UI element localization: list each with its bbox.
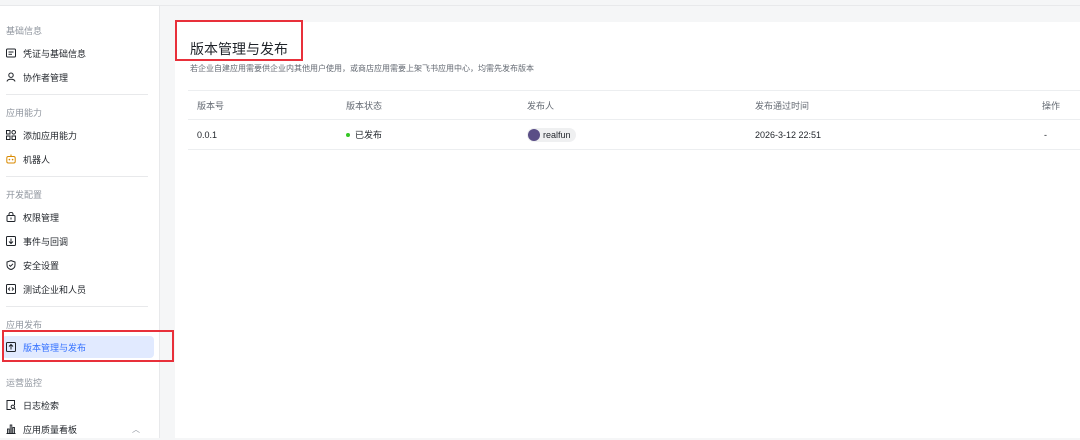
- sidebar-divider: [6, 176, 148, 177]
- publisher-name: realfun: [543, 129, 571, 140]
- credential-icon: [6, 48, 16, 58]
- section-title-basic: 基础信息: [6, 26, 43, 36]
- row-action: -: [1044, 129, 1047, 140]
- column-header-actions: 操作: [1042, 100, 1061, 111]
- sidebar-item-label: 测试企业和人员: [23, 284, 87, 295]
- page-title: 版本管理与发布: [190, 41, 288, 57]
- sidebar-item-label: 版本管理与发布: [23, 342, 87, 353]
- version-number: 0.0.1: [197, 129, 218, 140]
- section-title-ops: 运营监控: [6, 378, 43, 388]
- sidebar-item-security[interactable]: 安全设置: [2, 254, 154, 276]
- chevron-up-icon[interactable]: ︿: [132, 424, 140, 435]
- column-header-version: 版本号: [197, 100, 225, 111]
- log-search-icon: [6, 400, 16, 410]
- grid-icon: [6, 130, 16, 140]
- sidebar-item-credentials[interactable]: 凭证与基础信息: [2, 42, 154, 64]
- lock-icon: [6, 212, 16, 222]
- sidebar-item-label: 权限管理: [23, 212, 60, 223]
- sidebar-item-label: 添加应用能力: [23, 130, 78, 141]
- top-border: [0, 0, 1080, 6]
- column-header-time: 发布通过时间: [755, 100, 810, 111]
- event-icon: [6, 236, 16, 246]
- upload-icon: [6, 342, 16, 352]
- sidebar: 基础信息 凭证与基础信息 协作者管理 应用能力 添加应用能力 机器人 开发配置 …: [0, 6, 160, 438]
- publisher-chip[interactable]: realfun: [527, 127, 576, 142]
- test-icon: [6, 284, 16, 294]
- sidebar-item-permissions[interactable]: 权限管理: [2, 206, 154, 228]
- sidebar-item-label: 凭证与基础信息: [23, 48, 87, 59]
- sidebar-item-label: 机器人: [23, 154, 51, 165]
- sidebar-item-add-capability[interactable]: 添加应用能力: [2, 124, 154, 146]
- sidebar-item-version-release[interactable]: 版本管理与发布: [2, 336, 154, 358]
- status-badge: 已发布: [346, 120, 382, 149]
- status-dot: [346, 132, 350, 137]
- sidebar-item-events[interactable]: 事件与回调: [2, 230, 154, 252]
- main-panel: 版本管理与发布 若企业自建应用需要供企业内其他用户使用，或商店应用需要上架飞书应…: [175, 22, 1080, 438]
- column-header-publisher: 发布人: [527, 100, 555, 111]
- sidebar-item-robot[interactable]: 机器人: [2, 148, 154, 170]
- shield-icon: [6, 260, 16, 270]
- sidebar-item-log-search[interactable]: 日志检索: [2, 394, 154, 416]
- sidebar-item-label: 事件与回调: [23, 236, 69, 247]
- page-description: 若企业自建应用需要供企业内其他用户使用，或商店应用需要上架飞书应用中心，均需先发…: [190, 64, 534, 73]
- sidebar-item-label: 协作者管理: [23, 72, 69, 83]
- status-text: 已发布: [355, 130, 383, 140]
- chart-icon: [6, 424, 16, 434]
- column-header-status: 版本状态: [346, 100, 383, 111]
- sidebar-item-label: 安全设置: [23, 260, 60, 271]
- robot-icon: [6, 154, 16, 164]
- table-row: 0.0.1 已发布 realfun 2026-3-12 22:51 -: [188, 120, 1080, 150]
- sidebar-divider: [6, 306, 148, 307]
- sidebar-item-quality-board[interactable]: 应用质量看板 ︿: [2, 418, 154, 440]
- section-title-release: 应用发布: [6, 320, 43, 330]
- section-title-capability: 应用能力: [6, 108, 43, 118]
- sidebar-item-label: 应用质量看板: [23, 424, 78, 435]
- sidebar-item-label: 日志检索: [23, 400, 60, 411]
- table-header: 版本号 版本状态 发布人 发布通过时间 操作: [188, 90, 1080, 120]
- sidebar-divider: [6, 94, 148, 95]
- person-icon: [6, 72, 16, 82]
- section-title-dev: 开发配置: [6, 190, 43, 200]
- sidebar-item-collaborators[interactable]: 协作者管理: [2, 66, 154, 88]
- avatar: [528, 128, 540, 141]
- publisher-cell: realfun: [527, 120, 576, 149]
- sidebar-item-test-tenant[interactable]: 测试企业和人员: [2, 278, 154, 300]
- publish-time: 2026-3-12 22:51: [755, 129, 822, 140]
